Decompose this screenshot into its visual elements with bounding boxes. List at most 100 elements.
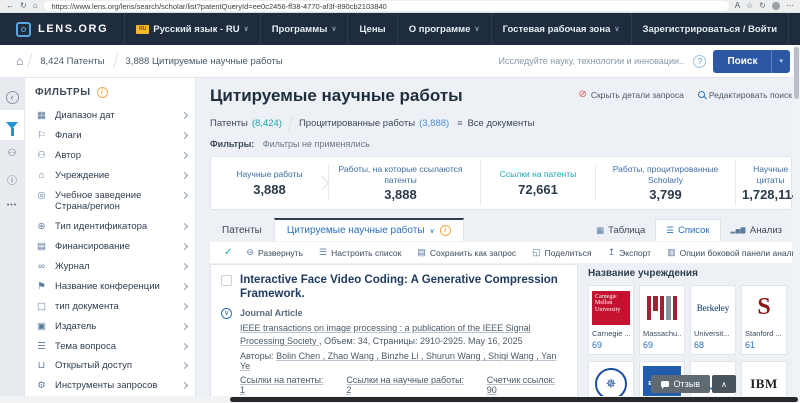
nav-support[interactable]: Поддержка ∨: [788, 13, 800, 45]
breadcrumb-scholar[interactable]: 3,888 Цитируемые научные работы: [116, 56, 293, 67]
search-button[interactable]: Поиск ▾: [713, 50, 790, 73]
horizontal-scrollbar[interactable]: [0, 396, 800, 403]
browser-home-icon[interactable]: ⌂: [33, 2, 38, 10]
filter-document-type[interactable]: ▢тип документа: [35, 297, 187, 317]
article-checkbox[interactable]: [221, 275, 232, 286]
slash-circle-icon: ⊘: [578, 89, 586, 100]
institution-card-berkeley[interactable]: Berkeley Universit... 68: [690, 285, 736, 355]
lens-logo[interactable]: LENS.ORG: [0, 22, 124, 37]
horizontal-scrollbar-thumb[interactable]: [230, 397, 798, 402]
authors-links[interactable]: Bolin Chen , Zhao Wang , Binzhe Li , Shu…: [240, 351, 556, 371]
select-all-check-icon[interactable]: ✓: [218, 247, 238, 258]
filter-author[interactable]: ⚇Автор: [35, 146, 187, 166]
all-documents-link[interactable]: ≡ Все документы: [457, 118, 534, 129]
chat-bubble-icon: [661, 381, 669, 387]
nav-language[interactable]: RU Русский язык - RU ∨: [124, 13, 259, 45]
nav-signup-login[interactable]: Зарегистрироваться / Войти: [631, 13, 789, 45]
filter-journal[interactable]: ∞Журнал: [35, 257, 187, 277]
filter-institution[interactable]: ⌂Учреждение: [35, 166, 187, 186]
feedback-button[interactable]: Отзыв: [651, 375, 711, 393]
collapse-sidebar-button[interactable]: ‹: [0, 84, 24, 110]
stat-patent-citations[interactable]: Ссылки на патенты 72,661: [481, 165, 596, 200]
filter-funding[interactable]: ▤Финансирование: [35, 237, 187, 257]
export-button[interactable]: ↥Экспорт: [600, 247, 659, 258]
nav-guest-workspace[interactable]: Гостевая рабочая зона ∨: [491, 13, 631, 45]
browser-refresh-icon[interactable]: ↻: [20, 2, 27, 10]
filter-subject[interactable]: ☰Тема вопроса: [35, 337, 187, 357]
stat-label: Научные цитаты: [742, 164, 799, 184]
rail-filters-button[interactable]: [0, 110, 24, 140]
browser-profile-avatar[interactable]: [772, 2, 780, 10]
share-button[interactable]: ◱Поделиться: [524, 247, 599, 258]
help-icon[interactable]: ?: [693, 55, 706, 68]
breadcrumb-patents[interactable]: 8,424 Патенты: [30, 56, 114, 67]
view-tab-table[interactable]: ▦ Таблица: [586, 220, 655, 241]
address-bar[interactable]: https://www.lens.org/lens/search/scholar…: [44, 1, 729, 11]
reader-mode-icon[interactable]: A: [735, 2, 740, 10]
vertical-scrollbar[interactable]: [793, 45, 800, 395]
save-query-button[interactable]: ▤Сохранить как запрос: [409, 247, 524, 258]
tab-patents[interactable]: Патенты: [210, 220, 274, 241]
filter-open-access[interactable]: ⊔Открытый доступ: [35, 356, 187, 376]
expand-article-icon[interactable]: ∨: [221, 308, 232, 319]
stat-scholarly-citations[interactable]: Научные цитаты 1,728,114: [736, 160, 800, 205]
filter-funnel-icon: [6, 122, 18, 129]
nav-about-label: О программе: [409, 24, 471, 35]
stat-scholarly-works[interactable]: Научные работы 3,888: [211, 165, 329, 200]
scroll-top-button[interactable]: ∧: [712, 375, 736, 393]
nav-programs[interactable]: Программы ∨: [260, 13, 348, 45]
brand-name: LENS.ORG: [38, 23, 108, 35]
filter-date-range[interactable]: ▦Диапазон дат: [35, 106, 187, 126]
nav-pricing[interactable]: Цены: [347, 13, 396, 45]
vertical-scrollbar-thumb[interactable]: [794, 47, 799, 99]
citation-count-link[interactable]: Счетчик ссылок: 90: [487, 375, 567, 395]
patent-citations-link[interactable]: Ссылки на патенты: 1: [240, 375, 330, 395]
filter-institution-country[interactable]: ◎Учебное заведение Страна/регион: [35, 186, 187, 218]
app-header: LENS.ORG RU Русский язык - RU ∨ Программ…: [0, 13, 800, 45]
analysis-panel-options-button[interactable]: ▥ Опции боковой панели анализа Новый: [659, 247, 800, 259]
info-icon[interactable]: i: [97, 87, 108, 98]
document-icon: ▢: [35, 301, 48, 312]
institution-card-mit[interactable]: Massachu... 69: [639, 285, 685, 355]
edit-search-link[interactable]: Редактировать поиск: [698, 90, 792, 100]
scholarly-citations-link[interactable]: Ссылки на научные работы: 2: [346, 375, 470, 395]
rail-info-button[interactable]: ⓘ: [0, 166, 24, 192]
article-title[interactable]: Interactive Face Video Coding: A Generat…: [240, 274, 567, 302]
doc-tab-patents[interactable]: Патенты (8,424): [210, 118, 282, 129]
search-dropdown-icon[interactable]: ▾: [771, 50, 790, 73]
chevron-down-icon: ∨: [474, 25, 479, 33]
nav-about[interactable]: О программе ∨: [397, 13, 491, 45]
stat-works-cited-scholarly[interactable]: Работы, процитированные Scholarly 3,799: [596, 160, 736, 205]
filter-publisher[interactable]: ▣Издатель: [35, 317, 187, 337]
institution-card-carnegie-mellon[interactable]: Carnegie Mellon University Carnegie ... …: [588, 285, 634, 355]
chevron-right-icon: [181, 132, 188, 139]
stat-label: Ссылки на патенты: [487, 169, 589, 179]
view-tab-list[interactable]: ☰ Список: [655, 219, 720, 241]
doc-tab-cited-works[interactable]: Процитированные работы (3,888): [299, 118, 449, 129]
institution-card-stanford[interactable]: S Stanford ... 61: [741, 285, 787, 355]
hide-query-details-link[interactable]: ⊘ Скрыть детали запроса: [578, 89, 683, 100]
view-tab-table-label: Таблица: [608, 225, 645, 236]
search-input[interactable]: [496, 55, 686, 67]
nav-signup-login-label: Зарегистрироваться / Войти: [643, 24, 778, 35]
filter-flags[interactable]: ⚐Флаги: [35, 126, 187, 146]
browser-more-icon[interactable]: ⋯: [786, 2, 794, 10]
favorite-star-icon[interactable]: ☆: [746, 2, 753, 10]
breadcrumb-bar: ⌂ 8,424 Патенты 3,888 Цитируемые научные…: [0, 45, 800, 78]
view-tab-analysis[interactable]: ▂▅▇ Анализ: [721, 220, 792, 241]
institution-count: 69: [643, 340, 681, 350]
configure-list-button[interactable]: ☰Настроить список: [311, 247, 409, 258]
browser-back-icon[interactable]: ←: [6, 2, 14, 10]
rail-more-button[interactable]: •••: [0, 192, 24, 218]
sync-icon[interactable]: ↻: [759, 2, 766, 10]
filter-conference[interactable]: ⚑Название конференции: [35, 277, 187, 297]
filter-identifier-type[interactable]: ⊛Тип идентификатора: [35, 217, 187, 237]
expand-button[interactable]: ⊖Развернуть: [238, 247, 311, 258]
stat-works-cited-by-patents[interactable]: Работы, на которые ссылаются патенты 3,8…: [321, 160, 481, 205]
filter-query-tools[interactable]: ⚙Инструменты запросов: [35, 376, 187, 396]
info-icon[interactable]: i: [440, 225, 451, 236]
tab-cited-scholarly-works[interactable]: Цитируемые научные работы ∨ i: [274, 218, 464, 241]
rail-collections-button[interactable]: ⚇: [0, 140, 24, 166]
chevron-right-icon: [181, 342, 188, 349]
home-icon[interactable]: ⌂: [16, 54, 23, 68]
